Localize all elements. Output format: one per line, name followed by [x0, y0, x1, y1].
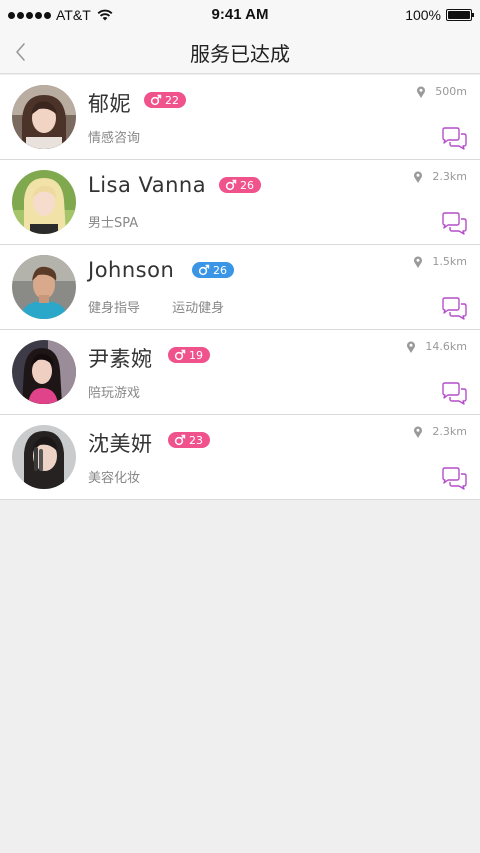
page-title: 服务已达成: [190, 42, 290, 66]
distance-label: 2.3km: [432, 170, 467, 183]
gender-female-icon: [174, 349, 186, 361]
service-tags: 陪玩游戏: [88, 382, 168, 401]
age-badge: 26: [219, 177, 261, 193]
user-name: 郁妮: [88, 92, 131, 116]
age-label: 26: [240, 178, 254, 192]
chat-bubble-icon[interactable]: [440, 211, 468, 236]
battery-percent: 100%: [405, 7, 441, 23]
service-tags: 男士SPA: [88, 212, 166, 231]
avatar[interactable]: [12, 425, 76, 489]
user-name: 尹素婉: [88, 347, 153, 371]
list-item[interactable]: Lisa Vanna 26 男士SPA 2.3km: [0, 160, 480, 245]
distance-label: 14.6km: [425, 340, 467, 353]
user-name: Lisa Vanna: [88, 173, 207, 197]
list-item[interactable]: 尹素婉 19 陪玩游戏 14.6km: [0, 330, 480, 415]
service-tag: 情感咨询: [88, 131, 141, 146]
distance-label: 2.3km: [432, 425, 467, 438]
list-item[interactable]: 郁妮 22 情感咨询 500m: [0, 75, 480, 160]
service-tag: 陪玩游戏: [88, 386, 141, 401]
distance: 2.3km: [413, 170, 467, 183]
list-item[interactable]: Johnson 26 健身指导 运动健身 1.5km: [0, 245, 480, 330]
distance: 14.6km: [406, 340, 467, 353]
service-tag: 健身指导: [88, 301, 141, 316]
service-tag: 运动健身: [172, 301, 225, 316]
user-name: 沈美妍: [88, 432, 153, 456]
user-name: Johnson: [88, 258, 175, 282]
gender-male-icon: [198, 264, 210, 276]
location-pin-icon: [414, 170, 423, 183]
age-label: 19: [189, 348, 203, 362]
location-pin-icon: [407, 340, 416, 353]
avatar[interactable]: [12, 255, 76, 319]
service-tags: 健身指导 运动健身: [88, 297, 252, 316]
age-label: 26: [213, 263, 227, 277]
service-tags: 情感咨询: [88, 127, 168, 146]
chat-bubble-icon[interactable]: [440, 296, 468, 321]
service-tag: 男士SPA: [88, 216, 139, 231]
chat-bubble-icon[interactable]: [440, 381, 468, 406]
distance: 2.3km: [413, 425, 467, 438]
chat-bubble-icon[interactable]: [440, 466, 468, 491]
age-label: 22: [165, 93, 179, 107]
avatar[interactable]: [12, 85, 76, 149]
avatar[interactable]: [12, 170, 76, 234]
battery-icon: [446, 9, 474, 21]
gender-female-icon: [174, 434, 186, 446]
age-badge: 26: [192, 262, 234, 278]
gender-female-icon: [150, 94, 162, 106]
distance-label: 1.5km: [432, 255, 467, 268]
list-item[interactable]: 沈美妍 23 美容化妆 2.3km: [0, 415, 480, 500]
location-pin-icon: [417, 85, 426, 98]
location-pin-icon: [414, 255, 423, 268]
age-badge: 22: [144, 92, 186, 108]
distance: 500m: [416, 85, 467, 98]
age-badge: 19: [168, 347, 210, 363]
gender-female-icon: [225, 179, 237, 191]
chat-bubble-icon[interactable]: [440, 126, 468, 151]
service-list: 郁妮 22 情感咨询 500m Lisa Vanna 26 男士SPA 2.3k…: [0, 75, 480, 500]
service-tag: 美容化妆: [88, 471, 141, 486]
avatar[interactable]: [12, 340, 76, 404]
service-tags: 美容化妆: [88, 467, 168, 486]
status-bar: AT&T 9:41 AM 100%: [0, 0, 480, 30]
distance: 1.5km: [413, 255, 467, 268]
distance-label: 500m: [435, 85, 467, 98]
age-badge: 23: [168, 432, 210, 448]
status-bar-right: 100%: [405, 7, 474, 23]
location-pin-icon: [414, 425, 423, 438]
nav-bar: 服务已达成: [0, 30, 480, 74]
age-label: 23: [189, 433, 203, 447]
